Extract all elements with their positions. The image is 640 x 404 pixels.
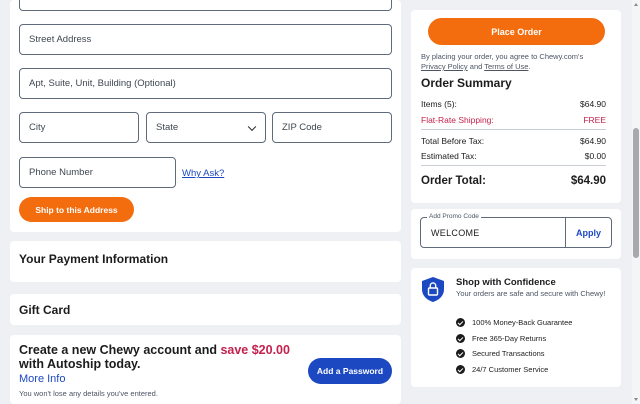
check-circle-icon <box>456 349 465 358</box>
gift-card-title: Gift Card <box>19 303 71 317</box>
confidence-title: Shop with Confidence <box>456 277 556 288</box>
guarantee-item: Secured Transactions <box>456 349 545 358</box>
promo-code-label: Add Promo Code <box>427 213 481 220</box>
chevron-down-icon <box>247 122 257 131</box>
save-amount: save $20.00 <box>220 343 290 357</box>
order-summary-card: Place Order By placing your order, you a… <box>411 10 621 203</box>
phone-input[interactable]: Phone Number <box>19 157 176 188</box>
promo-code-input[interactable]: WELCOME <box>431 228 480 238</box>
privacy-policy-link[interactable]: Privacy Policy <box>421 62 468 71</box>
payment-section[interactable]: Your Payment Information <box>10 241 401 282</box>
scroll-down-arrow-icon[interactable] <box>634 398 638 401</box>
before-tax-row: Total Before Tax: $64.90 <box>421 136 606 146</box>
street-address-input[interactable]: Street Address <box>19 24 392 55</box>
account-headline: Create a new Chewy account and save $20.… <box>19 343 290 371</box>
apt-placeholder: Apt, Suite, Unit, Building (Optional) <box>29 78 176 89</box>
scroll-up-arrow-icon[interactable] <box>634 3 638 6</box>
shipping-address-card: Street Address Apt, Suite, Unit, Buildin… <box>10 0 401 232</box>
order-total-row: Order Total: $64.90 <box>421 175 606 187</box>
items-row: Items (5): $64.90 <box>421 99 606 109</box>
check-circle-icon <box>456 334 465 343</box>
promo-code-card: Add Promo Code WELCOME Apply <box>411 209 621 259</box>
order-summary-title: Order Summary <box>421 76 512 90</box>
address-name-field[interactable] <box>19 0 392 11</box>
scrollbar-thumb[interactable] <box>633 128 639 258</box>
street-address-placeholder: Street Address <box>29 34 92 45</box>
account-note: You won't lose any details you've entere… <box>19 389 158 398</box>
state-select[interactable]: State <box>146 112 266 143</box>
add-password-button[interactable]: Add a Password <box>308 358 392 384</box>
promo-code-field: Add Promo Code WELCOME Apply <box>420 213 612 248</box>
page-scrollbar[interactable] <box>632 0 640 404</box>
order-terms: By placing your order, you agree to Chew… <box>421 52 584 71</box>
why-ask-link[interactable]: Why Ask? <box>182 168 224 179</box>
check-circle-icon <box>456 318 465 327</box>
confidence-subtitle: Your orders are safe and secure with Che… <box>456 289 606 298</box>
create-account-card: Create a new Chewy account and save $20.… <box>10 335 401 404</box>
guarantee-item: 24/7 Customer Service <box>456 365 548 374</box>
zip-input[interactable]: ZIP Code <box>272 112 392 143</box>
total-divider <box>421 165 606 166</box>
summary-divider <box>421 129 606 130</box>
guarantee-item: Free 365-Day Returns <box>456 334 546 343</box>
guarantee-item: 100% Money-Back Guarantee <box>456 318 572 327</box>
place-order-button[interactable]: Place Order <box>428 18 605 45</box>
zip-placeholder: ZIP Code <box>282 122 322 133</box>
phone-placeholder: Phone Number <box>29 167 93 178</box>
apt-input[interactable]: Apt, Suite, Unit, Building (Optional) <box>19 68 392 99</box>
more-info-link[interactable]: More Info <box>19 373 65 385</box>
check-circle-icon <box>456 365 465 374</box>
city-input[interactable]: City <box>19 112 139 143</box>
terms-of-use-link[interactable]: Terms of Use <box>484 62 528 71</box>
shipping-row: Flat-Rate Shipping: FREE <box>421 115 606 125</box>
ship-to-address-button[interactable]: Ship to this Address <box>19 197 134 222</box>
shield-lock-icon <box>422 277 444 302</box>
gift-card-section[interactable]: Gift Card <box>10 294 401 325</box>
state-placeholder: State <box>156 122 179 133</box>
city-placeholder: City <box>29 122 46 133</box>
tax-row: Estimated Tax: $0.00 <box>421 151 606 161</box>
payment-title: Your Payment Information <box>19 252 169 266</box>
apply-promo-button[interactable]: Apply <box>565 218 611 247</box>
shop-with-confidence-card: Shop with Confidence Your orders are saf… <box>411 268 621 387</box>
